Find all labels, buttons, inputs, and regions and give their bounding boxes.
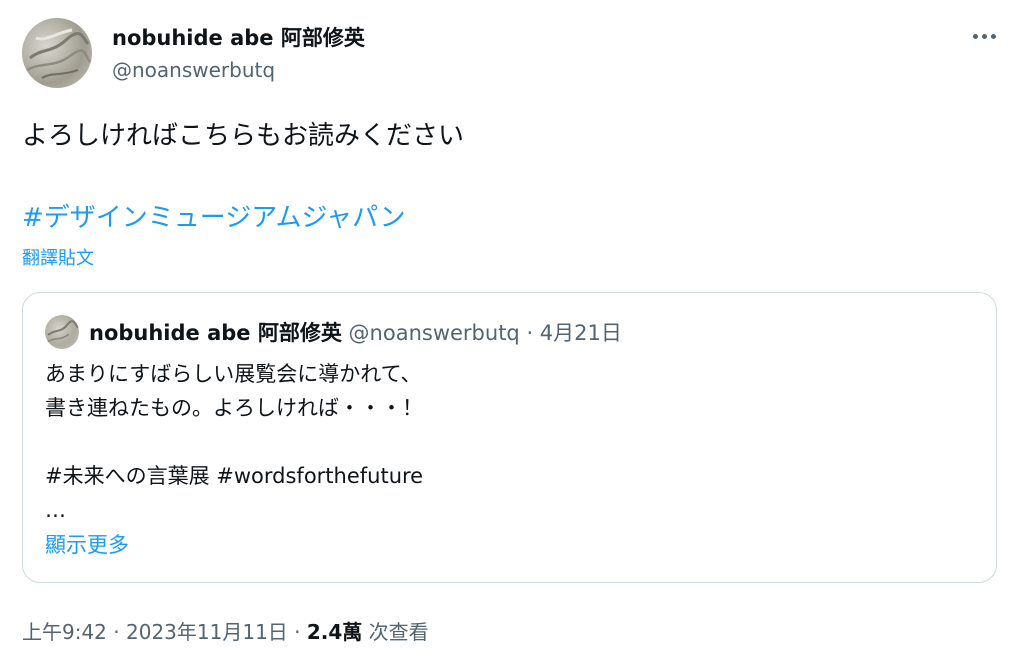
author-name[interactable]: nobuhide abe 阿部修英 bbox=[112, 22, 365, 52]
quoted-author-handle[interactable]: @noanswerbutq bbox=[349, 321, 520, 345]
quoted-header: nobuhide abe 阿部修英 @noanswerbutq · 4月21日 bbox=[89, 317, 622, 347]
more-dot bbox=[990, 33, 996, 39]
show-more-link[interactable]: 顯示更多 bbox=[45, 529, 129, 559]
quoted-tweet[interactable]: nobuhide abe 阿部修英 @noanswerbutq · 4月21日 … bbox=[22, 292, 997, 583]
quoted-date[interactable]: 4月21日 bbox=[540, 321, 622, 345]
translate-post-link[interactable]: 翻譯貼文 bbox=[22, 244, 94, 270]
meta-separator: · bbox=[106, 620, 126, 644]
more-dot bbox=[981, 33, 987, 39]
quoted-separator: · bbox=[519, 321, 540, 345]
quoted-author-avatar[interactable] bbox=[45, 315, 79, 349]
quoted-text: あまりにすばらしい展覧会に導かれて、 書き連ねたもの。よろしければ・・・！ #未… bbox=[45, 362, 424, 522]
more-horizontal-icon bbox=[972, 33, 978, 39]
tweet-text: よろしければこちらもお読みください bbox=[22, 121, 465, 151]
hashtag-link[interactable]: #デザインミュージアムジャパン bbox=[22, 197, 405, 234]
post-date[interactable]: 2023年11月11日 bbox=[126, 620, 288, 644]
meta-separator-2: · bbox=[287, 620, 307, 644]
views-label: 次查看 bbox=[368, 620, 429, 644]
tweet-meta: 上午9:42 · 2023年11月11日 · 2.4萬 次查看 bbox=[22, 616, 429, 645]
views-count: 2.4萬 bbox=[306, 620, 363, 644]
author-avatar[interactable] bbox=[22, 18, 92, 88]
more-options-button[interactable] bbox=[966, 22, 1002, 50]
author-handle[interactable]: @noanswerbutq bbox=[112, 58, 275, 82]
post-time[interactable]: 上午9:42 bbox=[22, 620, 107, 644]
quoted-author-name[interactable]: nobuhide abe 阿部修英 bbox=[89, 321, 342, 345]
